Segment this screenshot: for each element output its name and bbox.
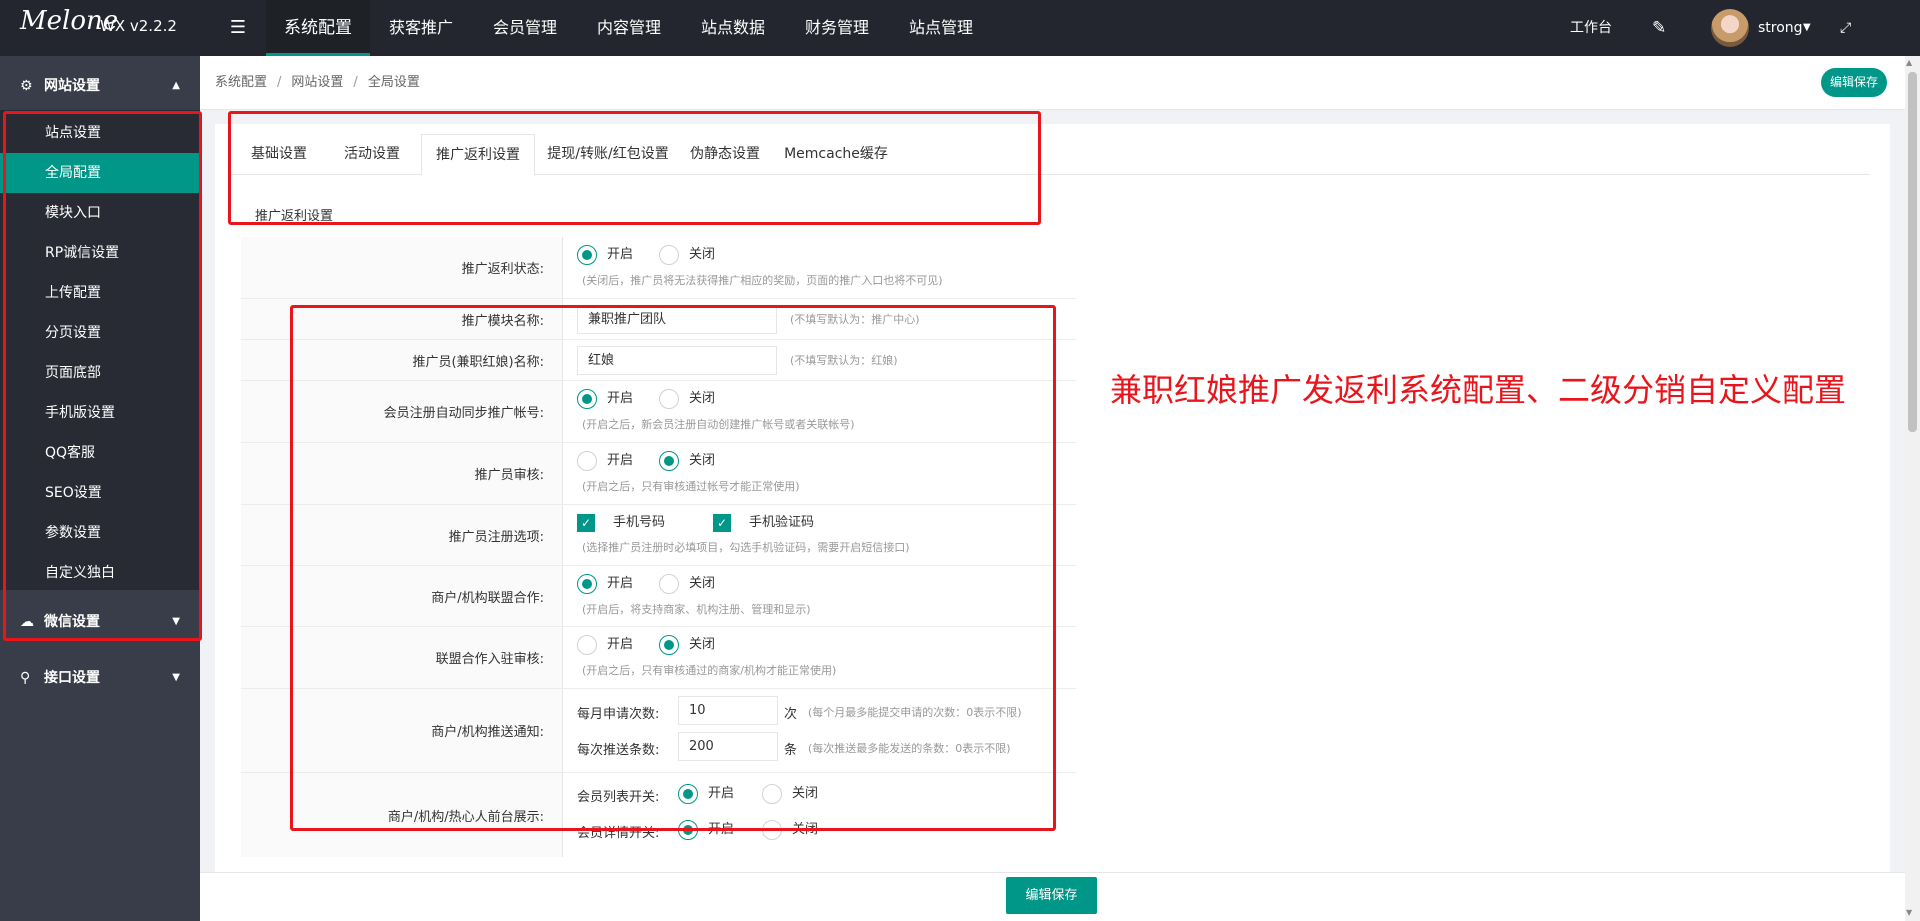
annotation-box-form — [290, 305, 1056, 831]
gear-icon: ⚙ — [20, 78, 33, 94]
caret-down-icon[interactable]: ▼ — [1803, 0, 1811, 56]
sidebar-group-label: 接口设置 — [44, 670, 100, 686]
logo[interactable]: Melone WX v2.2.2 — [0, 0, 200, 56]
chevron-down-icon: ▼ — [172, 672, 180, 683]
topnav-site-manage[interactable]: 站点管理 — [898, 0, 984, 56]
save-button-top[interactable]: 编辑保存 — [1821, 68, 1887, 97]
sidebar-group-api-settings[interactable]: ⚲ 接口设置 ▼ — [0, 650, 200, 706]
app-version: WX v2.2.2 — [100, 17, 177, 35]
fullscreen-icon[interactable]: ⤢ — [1840, 0, 1851, 56]
annotation-box-sidebar — [3, 111, 202, 641]
topnav-content[interactable]: 内容管理 — [586, 0, 672, 56]
breadcrumb-item[interactable]: 网站设置 — [291, 75, 343, 90]
topnav-members[interactable]: 会员管理 — [482, 0, 568, 56]
annotation-box-tabs — [228, 111, 1041, 225]
form-row-status: 推广返利状态: 开启 关闭 (关闭后，推广员将无法获得推广相应的奖励，页面的推广… — [241, 237, 1076, 299]
topnav-finance[interactable]: 财务管理 — [794, 0, 880, 56]
field-label: 推广返利状态: — [241, 237, 563, 298]
username[interactable]: strong — [1758, 0, 1803, 56]
workbench-link[interactable]: 工作台 — [1570, 0, 1612, 56]
topnav-site-data[interactable]: 站点数据 — [690, 0, 776, 56]
scroll-up-icon[interactable]: ▲ — [1906, 58, 1912, 67]
breadcrumb-item[interactable]: 系统配置 — [215, 75, 267, 90]
radio-status-off[interactable]: 关闭 — [659, 245, 719, 265]
topnav-system-config[interactable]: 系统配置 — [266, 0, 370, 56]
sidebar-group-website-settings[interactable]: ⚙ 网站设置 ▲ — [0, 58, 200, 114]
menu-toggle-icon[interactable]: ☰ — [226, 16, 250, 40]
breadcrumb-separator: / — [353, 75, 358, 90]
broom-icon[interactable]: ✎ — [1652, 0, 1666, 56]
sidebar-group-label: 网站设置 — [44, 78, 100, 94]
radio-status-on[interactable]: 开启 — [577, 245, 637, 265]
link-icon: ⚲ — [20, 670, 31, 686]
scroll-down-icon[interactable]: ▼ — [1906, 908, 1912, 917]
scrollbar-thumb[interactable] — [1908, 72, 1917, 432]
avatar[interactable] — [1711, 9, 1749, 47]
breadcrumb: 系统配置 / 网站设置 / 全局设置 — [215, 56, 420, 110]
topnav-promotion[interactable]: 获客推广 — [378, 0, 464, 56]
field-hint: (关闭后，推广员将无法获得推广相应的奖励，页面的推广入口也将不可见) — [582, 274, 943, 287]
chevron-up-icon: ▲ — [172, 80, 180, 91]
annotation-text: 兼职红娘推广发返利系统配置、二级分销自定义配置 — [1110, 371, 1847, 409]
content-header: 系统配置 / 网站设置 / 全局设置 — [200, 56, 1905, 110]
breadcrumb-item: 全局设置 — [367, 75, 420, 90]
save-button-bottom[interactable]: 编辑保存 — [1006, 877, 1097, 914]
breadcrumb-separator: / — [277, 75, 282, 90]
